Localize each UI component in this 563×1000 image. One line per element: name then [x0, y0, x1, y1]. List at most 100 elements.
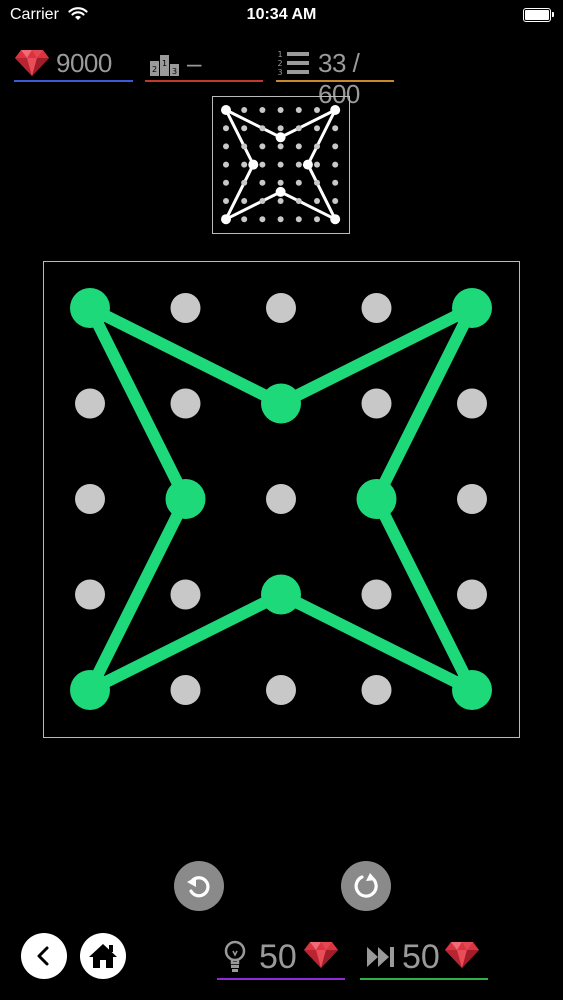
preview-dot [223, 143, 229, 150]
selected-dot[interactable] [356, 479, 397, 519]
grid-dot[interactable] [266, 675, 296, 705]
preview-dot [314, 143, 320, 150]
preview-vertex [221, 105, 231, 115]
skip-icon [367, 947, 394, 967]
home-button[interactable] [80, 933, 126, 979]
preview-dot [277, 198, 284, 204]
preview-dot [241, 179, 248, 186]
selected-dot[interactable] [261, 383, 301, 424]
svg-text:2: 2 [152, 65, 157, 74]
level-list-icon: 1 2 3 [277, 50, 309, 77]
preview-dot [295, 107, 302, 113]
preview-dot [295, 216, 302, 223]
selected-dot[interactable] [261, 574, 301, 615]
rank-counter: 2 1 3 – [145, 44, 263, 82]
grid-dot[interactable] [75, 579, 105, 610]
preview-dot [259, 161, 266, 168]
selected-dot[interactable] [70, 670, 110, 710]
selected-dot[interactable] [452, 670, 492, 710]
grid-dot[interactable] [266, 484, 296, 514]
preview-dot [314, 179, 320, 186]
preview-dot [259, 143, 266, 150]
status-bar: Carrier 10:34 AM [0, 0, 563, 30]
gems-underline [14, 80, 133, 82]
preview-vertex [302, 159, 313, 170]
preview-dot [241, 216, 248, 223]
svg-text:3: 3 [277, 68, 282, 77]
selected-dot[interactable] [165, 479, 206, 519]
preview-dot [241, 198, 248, 204]
svg-text:2: 2 [277, 59, 282, 68]
grid-dot[interactable] [170, 579, 201, 610]
grid-dot[interactable] [170, 675, 201, 705]
grid-dot[interactable] [266, 293, 296, 323]
preview-dot [277, 179, 284, 186]
game-board-grid[interactable] [44, 262, 518, 736]
preview-dot [223, 125, 229, 132]
grid-dot[interactable] [75, 484, 105, 514]
svg-text:3: 3 [172, 67, 177, 76]
preview-dot [259, 198, 266, 204]
preview-dot [277, 143, 284, 150]
grid-dot[interactable] [361, 293, 392, 323]
gems-counter: 9000 [14, 44, 133, 82]
grid-dot[interactable] [75, 388, 105, 419]
svg-text:1: 1 [277, 50, 282, 59]
skip-cost: 50 [402, 938, 440, 976]
preview-dot [314, 107, 320, 113]
grid-dot[interactable] [361, 388, 392, 419]
preview-dot [259, 179, 266, 186]
skip-button[interactable]: 50 [360, 936, 488, 980]
grid-dot[interactable] [170, 293, 201, 323]
rank-value: – [187, 48, 201, 78]
selected-dot[interactable] [70, 288, 110, 328]
grid-dot[interactable] [361, 675, 392, 705]
undo-button[interactable] [174, 861, 224, 911]
ruby-icon [15, 50, 49, 76]
preview-dot [295, 143, 302, 150]
game-board[interactable] [43, 261, 520, 738]
preview-dot [277, 216, 284, 223]
preview-dot [295, 161, 302, 168]
preview-dot [223, 179, 229, 186]
preview-vertex [330, 105, 341, 115]
ruby-icon [304, 942, 338, 968]
preview-dot [314, 216, 320, 223]
preview-dot [314, 125, 320, 132]
rank-underline [145, 80, 263, 82]
preview-dot [332, 179, 339, 186]
grid-dot[interactable] [361, 579, 392, 610]
level-counter: 1 2 3 33 / 600 [276, 44, 394, 109]
grid-dot[interactable] [457, 388, 487, 419]
preview-vertex [275, 132, 286, 143]
target-preview [212, 96, 350, 234]
grid-dot[interactable] [457, 579, 487, 610]
preview-dot [277, 107, 284, 113]
preview-dot [223, 161, 229, 168]
preview-dot [259, 125, 266, 132]
hint-button[interactable]: 50 [217, 936, 345, 980]
preview-dot [332, 125, 339, 132]
grid-dot[interactable] [170, 388, 201, 419]
chevron-left-icon [37, 946, 49, 966]
reset-button[interactable] [341, 861, 391, 911]
hint-underline [217, 978, 345, 980]
grid-dot[interactable] [457, 484, 487, 514]
preview-dot [241, 161, 248, 168]
preview-dot [314, 161, 320, 168]
preview-vertex [275, 186, 286, 197]
selected-dot[interactable] [452, 288, 492, 328]
battery-icon [523, 8, 554, 22]
preview-vertex [330, 214, 341, 225]
preview-dot [241, 107, 248, 113]
preview-dot [314, 198, 320, 204]
reset-icon [354, 873, 378, 898]
back-button[interactable] [21, 933, 67, 979]
target-preview-grid [221, 105, 341, 225]
home-icon [89, 944, 117, 968]
preview-dot [332, 198, 339, 204]
preview-dot [332, 161, 339, 168]
svg-text:1: 1 [162, 59, 167, 68]
lightbulb-icon [224, 940, 246, 972]
preview-dot [277, 161, 284, 168]
